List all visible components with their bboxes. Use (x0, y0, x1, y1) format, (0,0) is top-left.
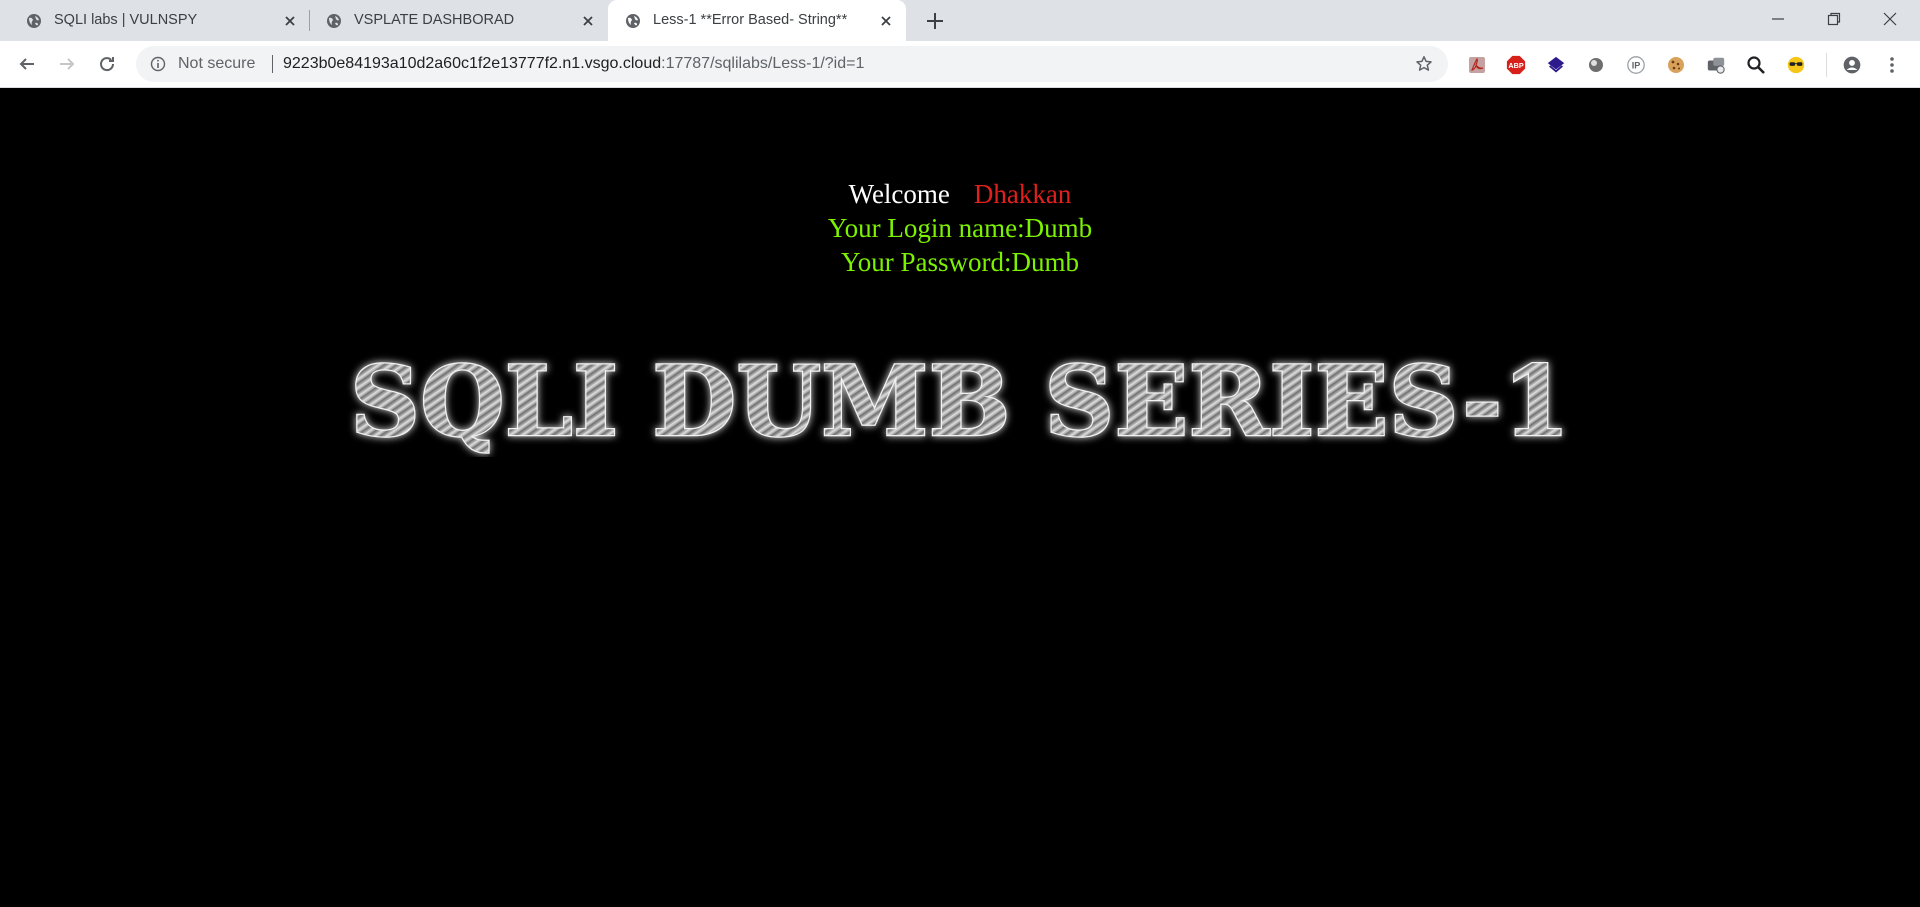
circle-icon-graphic (1589, 58, 1603, 72)
new-tab-icon[interactable] (924, 10, 946, 32)
username-text: Dhakkan (973, 179, 1072, 209)
url-host: 9223b0e84193a10d2a60c1f2e13777f2.n1.vsgo… (283, 55, 662, 72)
minimize-icon (1772, 18, 1784, 20)
restore-icon (1827, 12, 1841, 26)
pdf-icon[interactable] (1467, 55, 1487, 75)
welcome-line: Welcome Dhakkan (0, 177, 1920, 211)
pdf-icon-graphic (1469, 57, 1485, 73)
close-icon[interactable] (878, 13, 894, 29)
layers-icon-graphic (1547, 56, 1565, 73)
sunglasses-icon-graphic (1787, 56, 1805, 74)
address-separator (272, 55, 273, 73)
login-name-text: Your Login name:Dumb (827, 213, 1093, 243)
info-icon[interactable] (150, 56, 166, 72)
tab-title: Less-1 **Error Based- String** (653, 12, 848, 28)
password-text: Your Password:Dumb (840, 247, 1080, 277)
globe-icon (27, 14, 41, 28)
sunglasses-icon[interactable] (1786, 55, 1806, 75)
cookie-icon[interactable] (1666, 55, 1686, 75)
gamepad-icon[interactable] (1706, 55, 1726, 75)
globe-icon (626, 14, 640, 28)
url-path: :17787/sqlilabs/Less-1/?id=1 (661, 55, 865, 72)
svg-text:IP: IP (1632, 61, 1641, 71)
reload-button[interactable] (94, 51, 120, 77)
cookie-icon-graphic (1668, 57, 1684, 73)
adblock-plus-icon-graphic: ABP (1506, 55, 1526, 75)
tab-vsplate-dashboard[interactable]: VSPLATE DASHBORAD (300, 0, 606, 41)
series-banner: SQLI DUMB SERIES-1 (349, 347, 1572, 457)
minimize-button[interactable] (1750, 0, 1806, 38)
tab-sqli-labs[interactable]: SQLI labs | VULNSPY (0, 0, 300, 41)
search-icon-graphic (1747, 56, 1765, 74)
arrow-right-icon (60, 58, 75, 70)
svg-text:ABP: ABP (1508, 61, 1523, 70)
profile-icon-graphic (1843, 56, 1861, 74)
close-icon[interactable] (282, 13, 298, 29)
profile-icon[interactable] (1842, 55, 1862, 75)
ip-icon-graphic: IP (1627, 56, 1645, 74)
banner-text: SQLI DUMB SERIES-1 (350, 347, 1570, 457)
close-window-button[interactable] (1862, 0, 1918, 38)
tab-title: SQLI labs | VULNSPY (54, 12, 198, 28)
globe-icon (327, 14, 341, 28)
restore-button[interactable] (1806, 0, 1862, 38)
tab-less-1[interactable]: Less-1 **Error Based- String** (608, 0, 906, 41)
arrow-left-icon (19, 58, 34, 70)
gamepad-icon-graphic (1707, 57, 1725, 74)
close-icon[interactable] (580, 13, 596, 29)
tab-strip: SQLI labs | VULNSPY VSPLATE DASHBORAD Le… (0, 0, 1920, 41)
page-content: Welcome Dhakkan Your Login name:Dumb Your… (0, 89, 1920, 907)
security-label[interactable]: Not secure (178, 55, 255, 73)
star-icon[interactable] (1415, 55, 1433, 73)
welcome-text: Welcome (848, 179, 950, 209)
toolbar-divider (1826, 53, 1827, 77)
close-icon (1883, 12, 1897, 26)
layers-icon[interactable] (1546, 55, 1566, 75)
kebab-menu-icon (1890, 57, 1894, 73)
ip-icon[interactable]: IP (1626, 55, 1646, 75)
reload-icon (100, 57, 115, 72)
circle-icon[interactable] (1586, 55, 1606, 75)
address-bar[interactable]: Not secure 9223b0e84193a10d2a60c1f2e1377… (136, 46, 1448, 82)
back-button[interactable] (14, 51, 40, 77)
url-text[interactable]: 9223b0e84193a10d2a60c1f2e13777f2.n1.vsgo… (283, 55, 864, 73)
menu-icon[interactable] (1882, 55, 1902, 75)
search-icon[interactable] (1746, 55, 1766, 75)
adblock-plus-icon[interactable]: ABP (1506, 55, 1526, 75)
tab-title: VSPLATE DASHBORAD (354, 12, 515, 28)
forward-button[interactable] (54, 51, 80, 77)
